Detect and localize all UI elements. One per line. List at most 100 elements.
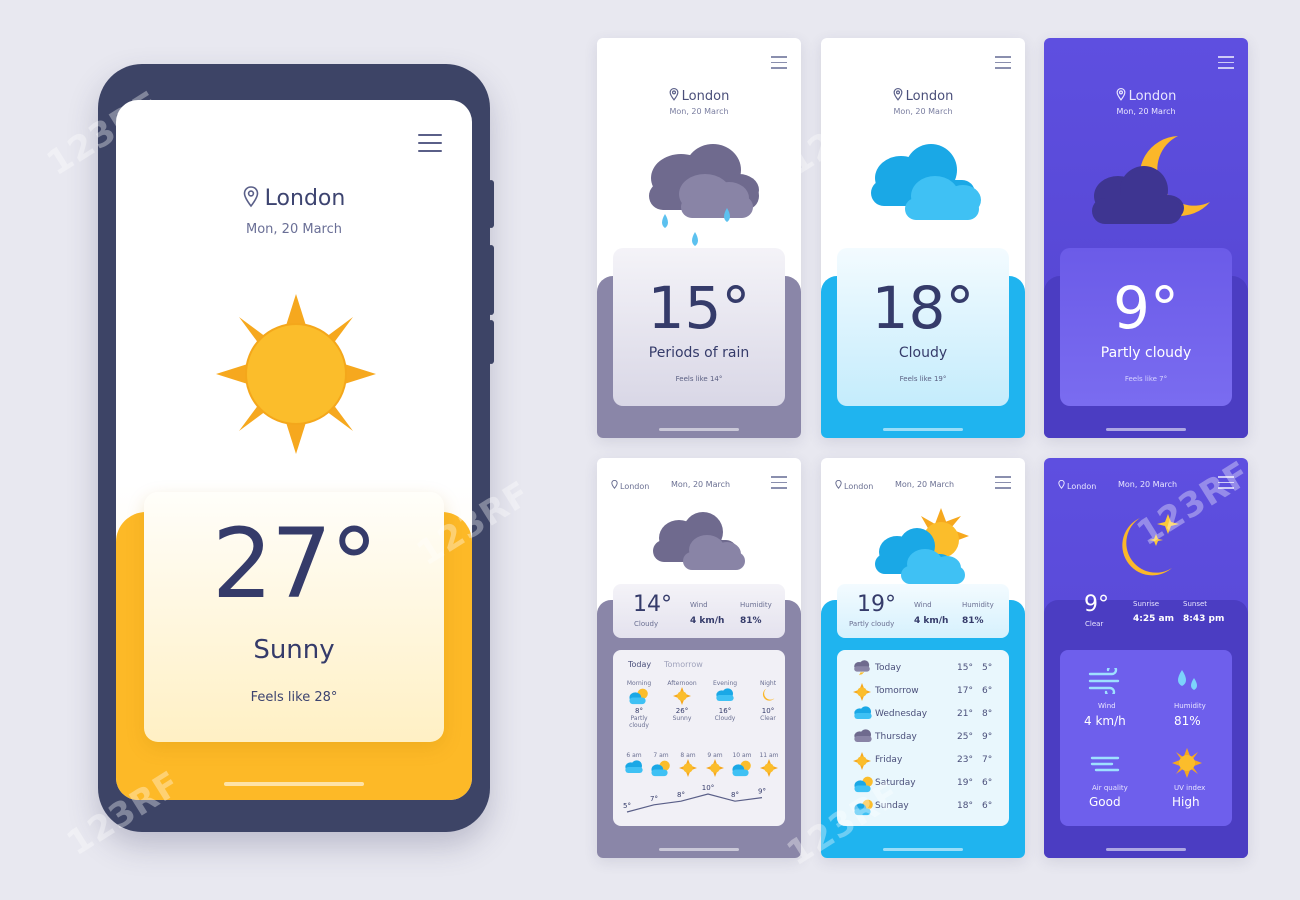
humidity-label: Humidity (1174, 702, 1206, 710)
humidity-label: Humidity (962, 601, 994, 609)
city-name: London (1128, 89, 1177, 104)
hour-time: 6 am (626, 752, 642, 759)
day-name: Today (875, 663, 902, 673)
home-indicator[interactable] (659, 848, 739, 851)
day-name: Tomorrow (875, 686, 919, 696)
air-quality-icon (1090, 756, 1120, 772)
wind-label: Wind (1098, 702, 1116, 710)
home-indicator[interactable] (224, 782, 364, 786)
home-indicator[interactable] (883, 848, 963, 851)
day-low: 5° (982, 663, 993, 673)
day-high: 19° (957, 778, 973, 788)
moon-icon (750, 687, 786, 707)
tab-tomorrow[interactable]: Tomorrow (664, 660, 703, 669)
menu-icon[interactable] (1218, 56, 1234, 73)
tab-today[interactable]: Today (628, 660, 651, 669)
period-name: Morning (626, 680, 652, 687)
sunset-label: Sunset (1183, 600, 1208, 608)
day-row[interactable]: Friday 23° 7° (847, 750, 999, 772)
day-high: 25° (957, 732, 973, 742)
day-name: Thursday (875, 732, 917, 742)
period-temp: 16° (718, 707, 732, 715)
wind-icon (1088, 668, 1120, 694)
city-name: London (264, 186, 346, 211)
location-pin-icon (1058, 479, 1065, 489)
daily-detail-screen: London Mon, 20 March 14° Cloudy Wind 4 k… (597, 458, 801, 858)
hour-time: 10 am (732, 752, 752, 759)
humidity-value: 81% (1174, 714, 1201, 728)
humidity-label: Humidity (740, 601, 772, 609)
cloud-icon (621, 759, 647, 777)
hour-item: 7 am (648, 752, 674, 777)
period-temp: 8° (635, 707, 643, 715)
sun-icon (756, 759, 782, 777)
temperature: 9° (1113, 274, 1179, 342)
menu-icon[interactable] (995, 476, 1011, 493)
menu-icon[interactable] (771, 56, 787, 73)
menu-icon[interactable] (995, 56, 1011, 73)
day-low: 6° (982, 801, 993, 811)
day-row[interactable]: Wednesday 21° 8° (847, 704, 999, 726)
date: Mon, 20 March (1118, 480, 1178, 489)
date: Mon, 20 March (1116, 107, 1176, 116)
sun-icon (675, 759, 701, 777)
sunset-value: 8:43 pm (1183, 614, 1225, 624)
location: London (611, 479, 650, 491)
day-row[interactable]: Today 15° 5° (847, 658, 999, 680)
date: Mon, 20 March (895, 480, 955, 489)
temperature: 18° (871, 274, 975, 342)
hour-item: 8 am (675, 752, 701, 777)
home-indicator[interactable] (1106, 848, 1186, 851)
location-pin-icon (835, 479, 842, 489)
city-name: London (681, 89, 730, 104)
day-high: 21° (957, 709, 973, 719)
cloudy-screen: London Mon, 20 March 18° Cloudy Feels li… (821, 38, 1025, 438)
hour-time: 9 am (707, 752, 723, 759)
hour-time: 11 am (759, 752, 779, 759)
home-indicator[interactable] (883, 428, 963, 431)
cloud-icon (707, 687, 743, 707)
date: Mon, 20 March (246, 222, 342, 237)
graph-temp-label: 8° (731, 791, 739, 799)
day-low: 6° (982, 778, 993, 788)
phone-side-button (488, 320, 494, 364)
period-name: Night (759, 680, 777, 687)
day-row[interactable]: Tomorrow 17° 6° (847, 681, 999, 703)
day-row[interactable]: Thursday 25° 9° (847, 727, 999, 749)
uv-index-value: High (1172, 795, 1200, 809)
sun-icon (664, 687, 700, 707)
main-weather-screen: London Mon, 20 March 27° Sunny Feels lik… (116, 100, 472, 800)
condition: Partly cloudy (1100, 345, 1192, 361)
rain-cloud-icon (649, 144, 759, 246)
city-name: London (905, 89, 954, 104)
cloud-icon (871, 144, 981, 220)
home-indicator[interactable] (1106, 428, 1186, 431)
city-name: London (620, 482, 650, 491)
cloud-icon (853, 706, 872, 722)
home-indicator[interactable] (659, 428, 739, 431)
rain-screen: London Mon, 20 March 15° Periods of rain… (597, 38, 801, 438)
period-condition: Cloudy (714, 715, 736, 722)
temperature: 14° (633, 592, 672, 617)
period-item: Morning 8° Partly cloudy (621, 680, 657, 729)
air-quality-value: Good (1089, 795, 1121, 809)
grey-cloud-icon (853, 729, 872, 745)
sun-icon (702, 759, 728, 777)
sun-icon (216, 294, 376, 454)
date: Mon, 20 March (669, 107, 729, 116)
condition: Clear (1085, 620, 1104, 628)
condition: Partly cloudy (849, 620, 895, 628)
menu-icon[interactable] (771, 476, 787, 493)
day-high: 23° (957, 755, 973, 765)
date: Mon, 20 March (671, 480, 731, 489)
temperature: 19° (857, 592, 896, 617)
menu-icon[interactable] (418, 134, 442, 158)
partly-cloudy-icon (875, 508, 969, 584)
city-name: London (1067, 482, 1097, 491)
hour-item: 10 am (729, 752, 755, 777)
location: London (1058, 479, 1097, 491)
period-temp: 26° (675, 707, 689, 715)
location: London (835, 479, 873, 491)
feels-like: Feels like 14° (675, 375, 723, 383)
graph-temp-label: 8° (677, 791, 685, 799)
